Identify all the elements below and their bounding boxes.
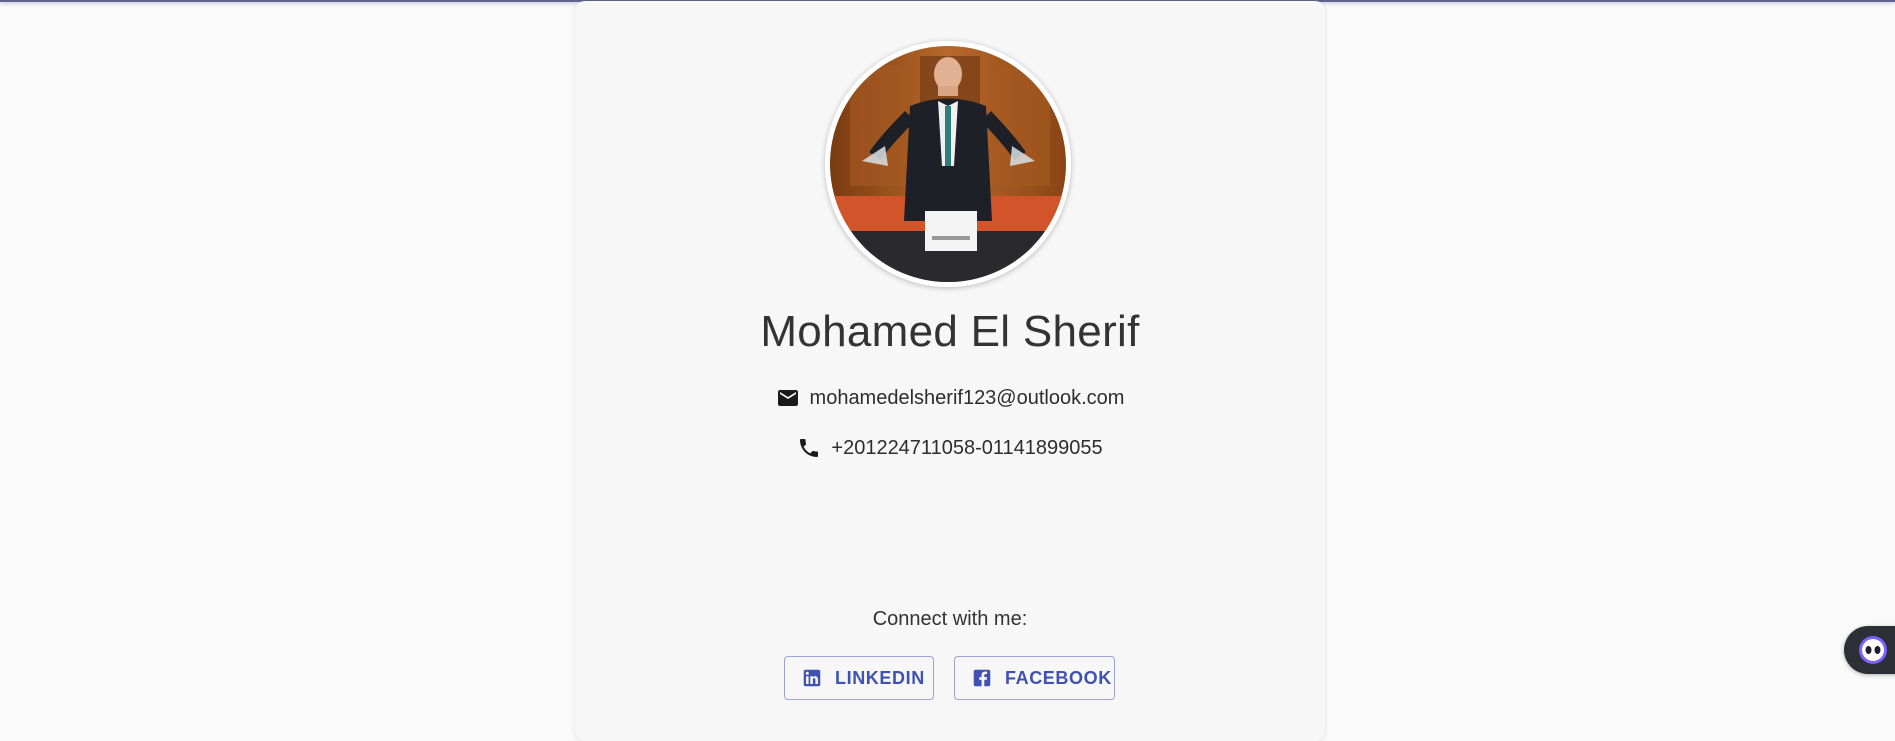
profile-photo [830, 46, 1066, 282]
profile-card: Mohamed El Sherif mohamedelsherif123@out… [575, 1, 1325, 741]
facebook-button[interactable]: FACEBOOK [954, 656, 1115, 700]
linkedin-icon [801, 667, 823, 689]
profile-name: Mohamed El Sherif [760, 307, 1140, 356]
linkedin-button[interactable]: LINKEDIN [784, 656, 934, 700]
phone-row: +201224711058-01141899055 [575, 436, 1325, 460]
email-row: mohamedelsherif123@outlook.com [575, 386, 1325, 410]
email-icon [776, 386, 800, 410]
linkedin-label: LINKEDIN [835, 667, 925, 688]
connect-heading: Connect with me: [872, 608, 1028, 630]
chatbot-icon [1859, 636, 1887, 664]
facebook-icon [971, 667, 993, 689]
facebook-label: FACEBOOK [1005, 667, 1112, 688]
phone-number[interactable]: +201224711058-01141899055 [831, 437, 1102, 460]
phone-icon [797, 436, 821, 460]
profile-avatar [825, 41, 1071, 287]
chat-widget-button[interactable] [1844, 626, 1895, 674]
email-address[interactable]: mohamedelsherif123@outlook.com [810, 387, 1125, 410]
